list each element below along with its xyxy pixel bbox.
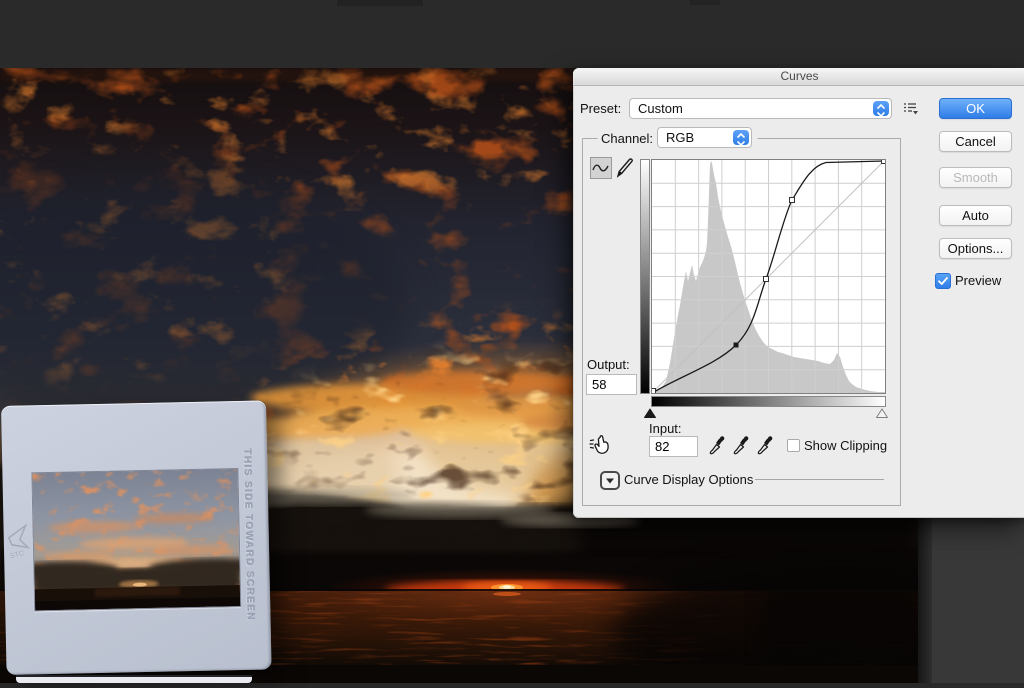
- svg-text:STC: STC: [10, 550, 25, 560]
